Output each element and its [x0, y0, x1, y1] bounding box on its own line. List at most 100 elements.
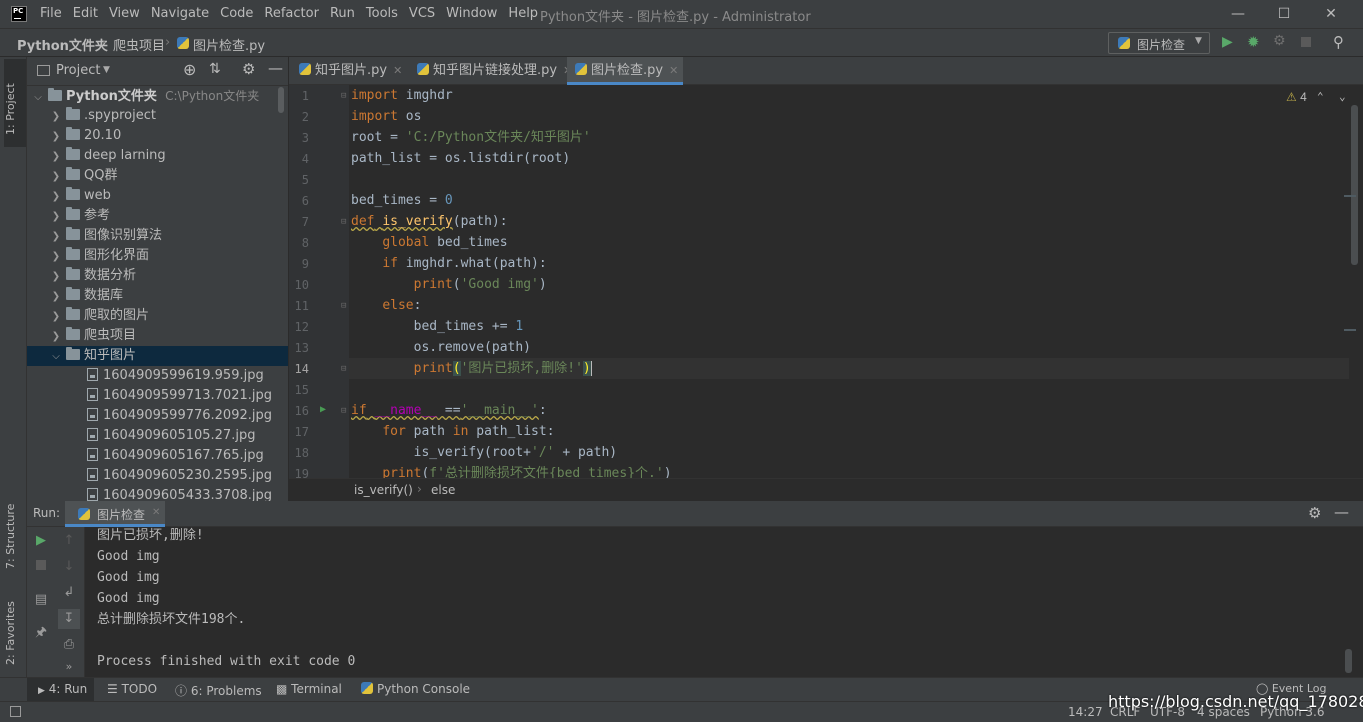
close-icon[interactable]: ✕ [669, 64, 678, 77]
tree-folder[interactable]: ❯ 爬虫项目 [27, 326, 288, 346]
chevron-right-icon: ❯ [51, 171, 61, 182]
tree-folder[interactable]: ❯ 20.10 [27, 126, 288, 146]
tree-folder[interactable]: ❯ 数据库 [27, 286, 288, 306]
coverage-icon[interactable]: ⚙ [1273, 33, 1286, 49]
code-breadcrumb-bar: is_verify() › else [289, 478, 1363, 501]
search-icon[interactable]: ⚲ [1333, 33, 1344, 51]
fold-icon[interactable]: ⊟ [341, 406, 346, 416]
tree-root[interactable]: ⌵ Python文件夹 C:\Python文件夹 [27, 86, 288, 106]
tool-tab-python-console[interactable]: Python Console [361, 682, 470, 696]
line-number: 6 [301, 194, 309, 208]
file-label: 1604909599776.2092.jpg [103, 408, 272, 423]
chevron-up-icon[interactable]: ⌃ [1317, 90, 1324, 103]
fold-icon[interactable]: ⊟ [341, 91, 346, 101]
tree-file[interactable]: 1604909599713.7021.jpg [27, 386, 288, 406]
tool-tab-todo[interactable]: ☰ TODO [107, 682, 157, 696]
favorites-tool-tab[interactable]: 2: Favorites [4, 601, 17, 665]
tool-tab-label: 4: Run [48, 682, 88, 696]
line-number: 19 [294, 467, 309, 478]
project-tool-tab[interactable]: 1: Project [4, 83, 17, 135]
python-file-icon [177, 37, 193, 52]
navigation-bar: Python文件夹 › 爬虫项目 › 图片检查.py 图片检查 ▼ ▶ ✹ ⚙ … [0, 29, 1363, 57]
menu-edit[interactable]: Edit [73, 6, 98, 24]
tree-folder[interactable]: ❯ 爬取的图片 [27, 306, 288, 326]
hide-icon[interactable]: — [1334, 503, 1349, 521]
menu-vcs[interactable]: VCS [409, 6, 435, 24]
output-scrollbar[interactable] [1345, 649, 1352, 673]
inspection-widget[interactable]: ⚠ 4 [1286, 90, 1307, 104]
run-icon[interactable]: ▶ [1222, 34, 1233, 50]
locate-icon[interactable]: ⊕ [183, 60, 196, 79]
tab-zhihu-images[interactable]: 知乎图片.py ✕ [291, 57, 409, 85]
breadcrumb-block[interactable]: else [431, 483, 455, 497]
menu-refactor[interactable]: Refactor [264, 6, 319, 24]
fold-icon[interactable]: ⊟ [341, 301, 346, 311]
tree-folder[interactable]: ❯ .spyproject [27, 106, 288, 126]
run-tab[interactable]: 图片检查 ✕ [65, 501, 165, 527]
run-gutter-icon[interactable]: ▶ [320, 404, 326, 415]
menu-code[interactable]: Code [220, 6, 253, 24]
breadcrumb-root[interactable]: Python文件夹 [17, 35, 108, 54]
menu-help[interactable]: Help [508, 6, 538, 24]
run-tab-label: 图片检查 [97, 508, 146, 522]
tool-tab-problems[interactable]: ⓘ 6: Problems [175, 682, 262, 699]
debug-icon[interactable]: ✹ [1247, 33, 1260, 51]
pycharm-logo-icon[interactable]: PC [11, 6, 27, 22]
chevron-down-icon[interactable]: ⌄ [1339, 90, 1346, 103]
collapse-all-icon[interactable]: ⇅ [209, 61, 221, 77]
tab-zhihu-link-processing[interactable]: 知乎图片链接处理.py✕ [409, 57, 572, 85]
tree-file[interactable]: 1604909605230.2595.jpg [27, 466, 288, 486]
code-line: is_verify(root+'/' + path) [351, 445, 618, 460]
minimize-icon[interactable]: — [1227, 4, 1249, 24]
chevron-down-icon[interactable]: ▼ [103, 65, 110, 75]
run-configuration-select[interactable]: 图片检查 ▼ [1108, 32, 1210, 54]
run-output[interactable]: 图片已损坏,删除! Good img Good img Good img 总计删… [27, 527, 1363, 677]
tree-folder[interactable]: ❯ 参考 [27, 206, 288, 226]
menu-file[interactable]: File [40, 6, 62, 24]
breadcrumb-folder[interactable]: 爬虫项目 [113, 35, 165, 54]
tree-folder[interactable]: ❯ QQ群 [27, 166, 288, 186]
menu-navigate[interactable]: Navigate [151, 6, 209, 24]
tree-file[interactable]: 1604909605105.27.jpg [27, 426, 288, 446]
caret-position[interactable]: 14:27 [1068, 705, 1103, 719]
menu-window[interactable]: Window [446, 6, 497, 24]
breadcrumb-file[interactable]: 图片检查.py [193, 35, 265, 54]
fold-icon[interactable]: ⊟ [341, 217, 346, 227]
close-icon[interactable]: ✕ [393, 64, 402, 77]
tool-tab-run[interactable]: ▶ 4: Run [38, 682, 87, 696]
code-editor[interactable]: 1 2 3 4 5 6 7 8 9 10 11 12 13 14 15 16 1… [289, 85, 1363, 478]
gear-icon[interactable]: ⚙ [1308, 504, 1321, 522]
tree-file[interactable]: 1604909605167.765.jpg [27, 446, 288, 466]
structure-tool-tab[interactable]: 7: Structure [4, 504, 17, 569]
terminal-icon: ▩ [276, 682, 288, 696]
close-icon[interactable]: ✕ [152, 507, 160, 518]
editor-scrollbar[interactable] [1351, 105, 1358, 265]
stop-icon[interactable] [1301, 37, 1311, 47]
tool-tab-terminal[interactable]: ▩ Terminal [276, 682, 342, 696]
menu-view[interactable]: View [109, 6, 140, 24]
folder-label: 知乎图片 [84, 348, 137, 363]
tree-folder[interactable]: ❯ deep larning [27, 146, 288, 166]
maximize-icon[interactable]: ☐ [1273, 4, 1295, 24]
tree-file[interactable]: 1604909605433.3708.jpg [27, 486, 288, 501]
menu-tools[interactable]: Tools [366, 6, 398, 24]
tool-windows-icon[interactable] [10, 706, 21, 717]
tree-file[interactable]: 1604909599619.959.jpg [27, 366, 288, 386]
tab-image-check[interactable]: 图片检查.py ✕ [567, 57, 683, 85]
breadcrumb-function[interactable]: is_verify() [354, 483, 413, 497]
project-title[interactable]: Project [56, 63, 100, 78]
tree-folder[interactable]: ❯ 数据分析 [27, 266, 288, 286]
tool-tab-label: TODO [121, 682, 158, 696]
gear-icon[interactable]: ⚙ [242, 60, 255, 78]
folder-icon [48, 88, 62, 101]
project-scrollbar[interactable] [278, 87, 284, 113]
tree-folder[interactable]: ❯ web [27, 186, 288, 206]
menu-run[interactable]: Run [330, 6, 355, 24]
tree-folder[interactable]: ❯ 图形化界面 [27, 246, 288, 266]
hide-icon[interactable]: — [268, 59, 283, 77]
tree-file[interactable]: 1604909599776.2092.jpg [27, 406, 288, 426]
tree-folder-open[interactable]: ⌵ 知乎图片 [27, 346, 288, 366]
tree-folder[interactable]: ❯ 图像识别算法 [27, 226, 288, 246]
close-icon[interactable]: ✕ [1320, 4, 1342, 24]
fold-icon[interactable]: ⊟ [341, 364, 346, 374]
